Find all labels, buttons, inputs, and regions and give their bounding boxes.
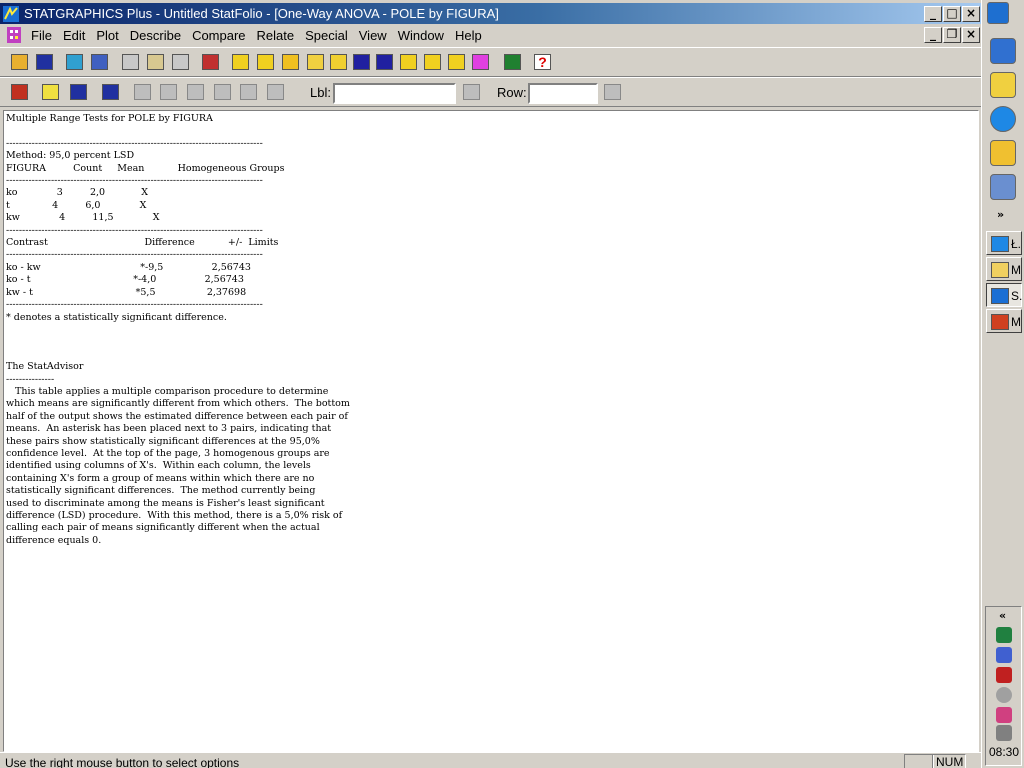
tray-app-icon[interactable] bbox=[996, 627, 1012, 643]
grid-icon[interactable] bbox=[327, 51, 350, 73]
analysis-1-icon[interactable] bbox=[229, 51, 252, 73]
tray-utility-icon[interactable] bbox=[996, 707, 1012, 723]
quicklaunch-chevron[interactable]: » bbox=[997, 208, 1004, 221]
doc-close-button[interactable]: × bbox=[962, 27, 980, 43]
find-label-icon[interactable] bbox=[460, 81, 483, 103]
tray-antivirus-icon[interactable] bbox=[996, 667, 1012, 683]
data-icon[interactable] bbox=[88, 51, 111, 73]
doc-minimize-button[interactable]: _ bbox=[924, 27, 942, 43]
gallery-icon[interactable] bbox=[469, 51, 492, 73]
tray-network-icon[interactable] bbox=[996, 647, 1012, 663]
help-icon[interactable]: ? bbox=[531, 51, 554, 73]
menu-view[interactable]: View bbox=[359, 28, 398, 43]
menu-relate[interactable]: Relate bbox=[257, 28, 306, 43]
statgraphics-icon bbox=[991, 288, 1009, 304]
spreadsheet-icon[interactable] bbox=[63, 51, 86, 73]
powerpoint-icon bbox=[991, 314, 1009, 330]
close-button[interactable]: × bbox=[962, 6, 980, 22]
analysis-2-icon[interactable] bbox=[254, 51, 277, 73]
clock[interactable]: 08:30 bbox=[989, 745, 1019, 759]
quicklaunch-desktop-icon[interactable] bbox=[990, 38, 1016, 64]
taskbar: » Ł. M S. M « 08:30 bbox=[981, 0, 1024, 768]
status-bar: Use the right mouse button to select opt… bbox=[0, 752, 981, 768]
menu-special[interactable]: Special bbox=[305, 28, 359, 43]
pane-6-icon[interactable] bbox=[264, 81, 287, 103]
main-toolbar: ? bbox=[0, 47, 981, 77]
pane-4-icon[interactable] bbox=[211, 81, 234, 103]
start-button-icon[interactable] bbox=[987, 2, 1009, 24]
row-label: Row: bbox=[497, 85, 527, 100]
task-button-statgraphics[interactable]: S. bbox=[986, 283, 1022, 307]
find-row-icon[interactable] bbox=[601, 81, 624, 103]
row-input[interactable] bbox=[528, 83, 598, 104]
task-label: Ł. bbox=[1011, 237, 1022, 251]
menu-help[interactable]: Help bbox=[455, 28, 493, 43]
task-label: M bbox=[1011, 315, 1021, 329]
analysis-toolbar: Lbl: Row: bbox=[0, 77, 981, 107]
quicklaunch-search-icon[interactable] bbox=[990, 72, 1016, 98]
document-icon[interactable] bbox=[6, 27, 22, 43]
task-label: S. bbox=[1011, 289, 1023, 303]
scatter-icon[interactable] bbox=[304, 51, 327, 73]
globe-icon[interactable] bbox=[421, 51, 444, 73]
output-pane[interactable]: Multiple Range Tests for POLE by FIGURA … bbox=[3, 110, 979, 752]
folder-icon bbox=[991, 262, 1009, 278]
task-button-powerpoint[interactable]: M bbox=[986, 309, 1022, 333]
lbl-input[interactable] bbox=[333, 83, 456, 104]
trend-icon[interactable] bbox=[397, 51, 420, 73]
graphs-icon[interactable] bbox=[99, 81, 122, 103]
lbl-label: Lbl: bbox=[310, 85, 331, 100]
tray-device-icon[interactable] bbox=[996, 725, 1012, 741]
quicklaunch-network-icon[interactable] bbox=[990, 174, 1016, 200]
tables-icon[interactable] bbox=[67, 81, 90, 103]
signal-icon[interactable] bbox=[350, 51, 373, 73]
menu-describe[interactable]: Describe bbox=[130, 28, 192, 43]
menu-window[interactable]: Window bbox=[398, 28, 455, 43]
num-lock-indicator: NUM bbox=[932, 754, 966, 768]
arrow-icon[interactable] bbox=[501, 51, 524, 73]
menu-bar: File Edit Plot Describe Compare Relate S… bbox=[0, 24, 981, 46]
menu-file[interactable]: File bbox=[31, 28, 63, 43]
status-pane-empty bbox=[904, 754, 934, 768]
save-icon[interactable] bbox=[33, 51, 56, 73]
bar-chart-icon[interactable] bbox=[279, 51, 302, 73]
cut-icon[interactable] bbox=[119, 51, 142, 73]
quicklaunch-outlook-icon[interactable] bbox=[990, 140, 1016, 166]
menu-plot[interactable]: Plot bbox=[96, 28, 129, 43]
statgraphics-app-icon bbox=[3, 6, 19, 22]
menu-items: File Edit Plot Describe Compare Relate S… bbox=[31, 28, 493, 43]
tray-chevron[interactable]: « bbox=[999, 609, 1006, 622]
task-button-folder[interactable]: M bbox=[986, 257, 1022, 281]
peak-icon[interactable] bbox=[373, 51, 396, 73]
maximize-button[interactable]: □ bbox=[943, 6, 961, 22]
anova-output-text: Multiple Range Tests for POLE by FIGURA … bbox=[6, 113, 350, 546]
analysis-options-icon[interactable] bbox=[39, 81, 62, 103]
copy-icon[interactable] bbox=[144, 51, 167, 73]
statgraphics-window: STATGRAPHICS Plus - Untitled StatFolio -… bbox=[0, 0, 981, 768]
menu-edit[interactable]: Edit bbox=[63, 28, 96, 43]
tray-volume-icon[interactable] bbox=[996, 687, 1012, 703]
task-button-ie[interactable]: Ł. bbox=[986, 231, 1022, 255]
open-icon[interactable] bbox=[8, 51, 31, 73]
pane-3-icon[interactable] bbox=[184, 81, 207, 103]
menu-compare[interactable]: Compare bbox=[192, 28, 256, 43]
ie-icon bbox=[991, 236, 1009, 252]
status-message: Use the right mouse button to select opt… bbox=[5, 756, 240, 768]
pane-2-icon[interactable] bbox=[157, 81, 180, 103]
pane-5-icon[interactable] bbox=[237, 81, 260, 103]
window-title: STATGRAPHICS Plus - Untitled StatFolio -… bbox=[24, 6, 499, 21]
quicklaunch-ie-icon[interactable] bbox=[990, 106, 1016, 132]
title-bar[interactable]: STATGRAPHICS Plus - Untitled StatFolio -… bbox=[0, 3, 981, 25]
paste-icon[interactable] bbox=[169, 51, 192, 73]
doc-restore-button[interactable]: ❐ bbox=[943, 27, 961, 43]
print-icon[interactable] bbox=[199, 51, 222, 73]
task-label: M bbox=[1011, 263, 1021, 277]
system-tray: « 08:30 bbox=[985, 606, 1022, 766]
input-dialog-icon[interactable] bbox=[8, 81, 31, 103]
network-icon[interactable] bbox=[445, 51, 468, 73]
pane-1-icon[interactable] bbox=[131, 81, 154, 103]
minimize-button[interactable]: _ bbox=[924, 6, 942, 22]
